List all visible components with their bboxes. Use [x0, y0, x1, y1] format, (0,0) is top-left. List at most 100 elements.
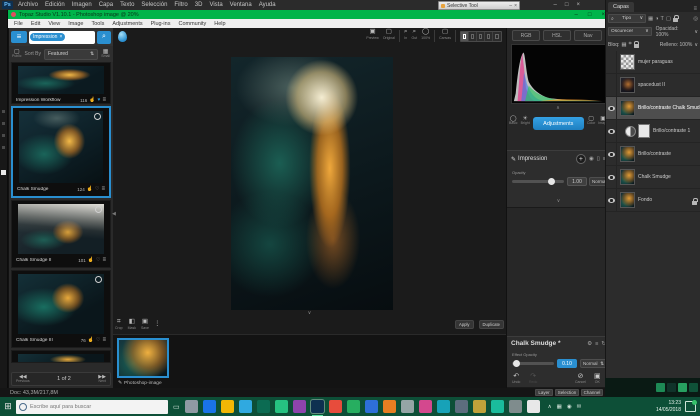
- bright-mode-button[interactable]: ☀Bright: [521, 116, 530, 126]
- pencil-icon[interactable]: ✎: [118, 381, 122, 386]
- taskbar-app-icon[interactable]: [221, 400, 234, 413]
- filmstrip-thumbnail[interactable]: [117, 338, 169, 378]
- layer-row[interactable]: spacedust II: [606, 74, 700, 97]
- delete-icon[interactable]: ▯: [597, 156, 600, 162]
- adjustment-layer-icon[interactable]: [625, 126, 636, 137]
- info-icon[interactable]: [94, 113, 101, 120]
- task-view-icon[interactable]: ▭: [173, 403, 180, 411]
- lock-all-icon[interactable]: [634, 44, 639, 48]
- thumbs-up-icon[interactable]: ☝: [88, 337, 94, 343]
- grid-size-toggle[interactable]: ▦Small: [101, 49, 110, 59]
- view-single-button[interactable]: [461, 32, 469, 41]
- minimize-icon[interactable]: –: [575, 12, 578, 18]
- redo-button[interactable]: ↷Redo: [529, 373, 537, 385]
- tool-icon[interactable]: [2, 146, 5, 149]
- tool-icon[interactable]: [2, 122, 5, 125]
- taskbar-app-icon[interactable]: [491, 400, 504, 413]
- visibility-icon[interactable]: ◉: [589, 156, 594, 162]
- thumbs-up-icon[interactable]: ☝: [87, 186, 93, 192]
- filter-pin-icon[interactable]: ◎: [693, 16, 698, 22]
- effect-opacity-slider[interactable]: [512, 362, 554, 365]
- info-icon[interactable]: [95, 276, 102, 283]
- undo-button[interactable]: ↶Undo: [512, 373, 520, 385]
- channel-footer-button[interactable]: Channel: [581, 389, 603, 396]
- original-button[interactable]: ▢Original: [383, 29, 395, 40]
- layer-name[interactable]: Chalk Smudge: [638, 174, 700, 180]
- heart-icon[interactable]: ♡: [96, 257, 100, 263]
- menu-item[interactable]: Ventana: [230, 2, 252, 8]
- taskbar-app-icon[interactable]: [293, 400, 306, 413]
- preset-card[interactable]: Chalk Smudge II 101 ☝ ♡ ≡: [11, 200, 111, 268]
- layer-thumbnail[interactable]: [620, 77, 635, 93]
- save-button[interactable]: ▣Save: [141, 319, 149, 330]
- settings-gear-icon[interactable]: ⚙: [587, 341, 592, 347]
- taskbar-app-icon[interactable]: [239, 400, 252, 413]
- slider-knob[interactable]: [513, 360, 520, 367]
- tab-capas[interactable]: Capas: [608, 2, 634, 12]
- remove-tag-icon[interactable]: ×: [59, 34, 62, 40]
- minimize-icon[interactable]: –: [509, 3, 512, 9]
- impression-panel-header[interactable]: ✎ Impression + ◉ ▯ ≡: [507, 151, 610, 165]
- menu-item[interactable]: Archivo: [18, 2, 38, 8]
- zoom-100-button[interactable]: ◯100%: [421, 29, 430, 40]
- taskbar-app-icon[interactable]: [347, 400, 360, 413]
- taskbar-app-icon[interactable]: [401, 400, 414, 413]
- info-icon[interactable]: [95, 206, 102, 213]
- menu-item[interactable]: View: [48, 21, 60, 27]
- heart-icon[interactable]: ♡: [96, 337, 100, 343]
- taskbar-search-box[interactable]: Escribe aquí para buscar: [16, 400, 168, 414]
- preset-card[interactable]: Chalk Smudge III 76 ☝ ♡ ≡: [11, 270, 111, 348]
- ok-button[interactable]: ▣OK: [594, 373, 601, 385]
- opacity-readout[interactable]: Opacidad: 100%: [656, 26, 693, 38]
- menu-item[interactable]: Edit: [31, 21, 40, 27]
- window-control-icon[interactable]: –: [554, 2, 557, 8]
- taskbar-app-icon[interactable]: [275, 400, 288, 413]
- menu-item[interactable]: Tools: [91, 21, 104, 27]
- thumbs-up-icon[interactable]: ☝: [89, 97, 95, 103]
- zoom-out-button[interactable]: ⌕Out: [412, 29, 418, 40]
- panel-menu-icon[interactable]: ≡: [693, 6, 700, 12]
- sort-dropdown[interactable]: Featured⇅: [44, 49, 98, 60]
- public-toggle[interactable]: ▢Public: [12, 49, 22, 59]
- taskbar-app-icon[interactable]: [527, 400, 540, 413]
- layer-thumbnail[interactable]: [620, 146, 635, 162]
- tool-icon[interactable]: [2, 110, 5, 113]
- opacity-slider[interactable]: [512, 180, 564, 183]
- panel-menu-icon[interactable]: ≡: [595, 341, 598, 347]
- lock-position-icon[interactable]: ⌗: [629, 41, 632, 48]
- view-side-by-side-button[interactable]: [477, 32, 485, 41]
- layer-thumbnail[interactable]: [620, 169, 635, 185]
- layer-row[interactable]: Brillo/contraste: [606, 143, 700, 166]
- view-top-bottom-button[interactable]: [485, 32, 493, 41]
- filter-type-layers-icon[interactable]: T: [661, 16, 664, 22]
- menu-item[interactable]: Plug-ins: [151, 21, 171, 27]
- slider-knob[interactable]: [548, 178, 555, 185]
- visibility-toggle[interactable]: [606, 189, 617, 212]
- taskbar-app-icon[interactable]: [365, 400, 378, 413]
- menu-item[interactable]: Capa: [99, 2, 113, 8]
- taskbar-app-icon[interactable]: [455, 400, 468, 413]
- cancel-button[interactable]: ⊘Cancel: [575, 373, 586, 385]
- basic-mode-button[interactable]: ◯Basic: [509, 116, 518, 126]
- visibility-toggle[interactable]: [606, 143, 617, 166]
- taskbar-app-icon[interactable]: [383, 400, 396, 413]
- preview-button[interactable]: ▣Preview: [366, 29, 378, 40]
- close-icon[interactable]: ×: [514, 3, 517, 9]
- view-split-button[interactable]: [469, 32, 477, 41]
- filter-shape-layers-icon[interactable]: ▢: [666, 16, 671, 22]
- zoom-in-button[interactable]: ⌕In: [404, 29, 408, 40]
- crop-button[interactable]: ⌗Crop: [115, 319, 123, 330]
- more-tools-button[interactable]: ⋮: [154, 321, 161, 329]
- menu-item[interactable]: Ayuda: [259, 2, 276, 8]
- blend-mode-dropdown[interactable]: Oscurecer∨: [608, 27, 652, 36]
- taskbar-app-icon[interactable]: [509, 400, 522, 413]
- taskbar-app-icon[interactable]: [203, 400, 216, 413]
- preset-card[interactable]: [11, 350, 111, 363]
- window-control-icon[interactable]: □: [565, 2, 569, 8]
- taskbar-app-icon[interactable]: [311, 400, 324, 413]
- menu-item[interactable]: Community: [178, 21, 206, 27]
- heart-icon[interactable]: ♥: [98, 97, 101, 103]
- layer-mask-thumbnail[interactable]: [638, 124, 650, 138]
- filter-smart-objects-icon[interactable]: [673, 18, 678, 22]
- apply-button[interactable]: Apply: [455, 320, 473, 329]
